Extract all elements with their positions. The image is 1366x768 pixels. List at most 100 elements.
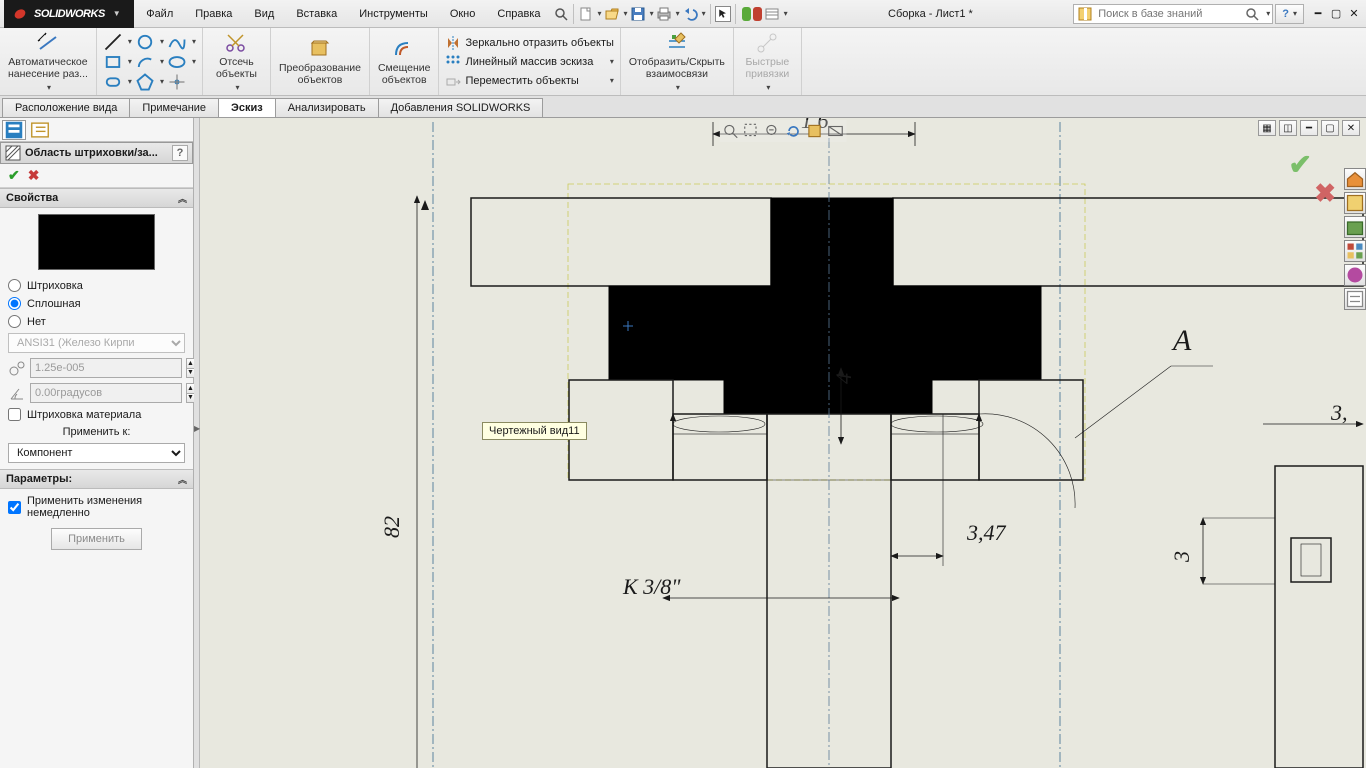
menu-view[interactable]: Вид bbox=[244, 4, 284, 24]
radio-none[interactable]: Нет bbox=[8, 315, 185, 328]
pattern-select[interactable]: ANSI31 (Железо Кирпи bbox=[8, 333, 185, 353]
collapse-icon[interactable]: ︽ bbox=[178, 473, 187, 486]
resources-icon[interactable] bbox=[1344, 192, 1366, 214]
menu-file[interactable]: Файл bbox=[136, 4, 183, 24]
tab-sketch[interactable]: Эскиз bbox=[218, 98, 276, 117]
ctrl-min[interactable]: ━ bbox=[1300, 120, 1318, 136]
apply-immediate-checkbox[interactable]: Применить изменения немедленно bbox=[8, 495, 185, 519]
apply-button[interactable]: Применить bbox=[51, 528, 142, 550]
chevron-down-icon[interactable]: ▾ bbox=[702, 9, 706, 18]
convert-button[interactable]: Преобразование объектов bbox=[271, 28, 370, 95]
search-icon[interactable] bbox=[553, 6, 569, 22]
minimize-icon[interactable]: ━ bbox=[1310, 6, 1326, 22]
menu-edit[interactable]: Правка bbox=[185, 4, 242, 24]
rotate-icon[interactable] bbox=[785, 122, 803, 140]
chevron-down-icon[interactable]: ▾ bbox=[676, 9, 680, 18]
chevron-down-icon[interactable]: ▾ bbox=[1266, 9, 1270, 18]
params-header[interactable]: Параметры: ︽ bbox=[0, 469, 193, 489]
drawing-canvas[interactable]: ▦ ◫ ━ ▢ ✕ ✔ ✖ Чертежный вид11 bbox=[200, 118, 1366, 768]
smart-dimension-button[interactable]: Автоматическое нанесение раз... ▾ bbox=[0, 28, 97, 95]
chevron-down-icon[interactable]: ▼ bbox=[113, 9, 120, 18]
confirm-corner-cancel[interactable]: ✖ bbox=[1314, 178, 1336, 209]
ctrl-1[interactable]: ▦ bbox=[1258, 120, 1276, 136]
ellipse-tool[interactable] bbox=[167, 53, 187, 71]
traffic-red-icon[interactable] bbox=[753, 7, 762, 21]
confirm-corner-ok[interactable]: ✔ bbox=[1289, 148, 1312, 181]
appearance-icon[interactable] bbox=[1344, 264, 1366, 286]
chevron-down-icon[interactable]: ▾ bbox=[676, 83, 680, 92]
options-icon[interactable] bbox=[764, 6, 780, 22]
material-hatch-checkbox[interactable]: Штриховка материала bbox=[8, 408, 185, 421]
save-icon[interactable] bbox=[630, 6, 646, 22]
section-icon[interactable] bbox=[806, 122, 824, 140]
chevron-down-icon[interactable]: ▾ bbox=[650, 9, 654, 18]
up-icon[interactable]: ▲ bbox=[187, 384, 194, 394]
up-icon[interactable]: ▲ bbox=[187, 359, 194, 369]
cancel-button[interactable]: ✖ bbox=[28, 167, 40, 184]
rectangle-tool[interactable] bbox=[103, 53, 123, 71]
offset-button[interactable]: Смещение объектов bbox=[370, 28, 440, 95]
zoom-area-icon[interactable] bbox=[743, 122, 761, 140]
close-icon[interactable]: ✕ bbox=[1346, 6, 1362, 22]
menu-tools[interactable]: Инструменты bbox=[349, 4, 438, 24]
polygon-tool[interactable] bbox=[135, 73, 155, 91]
maximize-icon[interactable]: ▢ bbox=[1328, 6, 1344, 22]
custom-icon[interactable] bbox=[1344, 288, 1366, 310]
ctrl-max[interactable]: ▢ bbox=[1321, 120, 1339, 136]
slot-tool[interactable] bbox=[103, 73, 123, 91]
menu-insert[interactable]: Вставка bbox=[286, 4, 347, 24]
library-icon[interactable] bbox=[1344, 216, 1366, 238]
zoom-fit-icon[interactable] bbox=[722, 122, 740, 140]
search-input[interactable] bbox=[1098, 8, 1240, 20]
chevron-down-icon[interactable]: ▾ bbox=[598, 9, 602, 18]
angle-input[interactable] bbox=[30, 383, 182, 403]
radio-solid[interactable]: Сплошная bbox=[8, 297, 185, 310]
spline-tool[interactable] bbox=[167, 33, 187, 51]
new-icon[interactable] bbox=[578, 6, 594, 22]
linear-pattern-button[interactable]: Линейный массив эскиза▾ bbox=[445, 54, 613, 70]
down-icon[interactable]: ▼ bbox=[187, 394, 194, 403]
search-box[interactable]: ▾ bbox=[1073, 4, 1273, 24]
fm-tab-icon[interactable] bbox=[28, 120, 52, 140]
traffic-green-icon[interactable] bbox=[742, 7, 751, 21]
menu-help[interactable]: Справка bbox=[487, 4, 550, 24]
tab-annotation[interactable]: Примечание bbox=[129, 98, 219, 117]
down-icon[interactable]: ▼ bbox=[187, 369, 194, 378]
scale-input[interactable] bbox=[30, 358, 182, 378]
pm-tab-icon[interactable] bbox=[2, 120, 26, 140]
chevron-down-icon[interactable]: ▾ bbox=[235, 83, 239, 92]
menu-window[interactable]: Окно bbox=[440, 4, 486, 24]
point-tool[interactable] bbox=[167, 73, 187, 91]
ok-button[interactable]: ✔ bbox=[8, 167, 20, 184]
help-button[interactable]: ?▾ bbox=[1275, 4, 1304, 24]
zoom-prev-icon[interactable] bbox=[764, 122, 782, 140]
home-icon[interactable] bbox=[1344, 168, 1366, 190]
show-relations-button[interactable]: Отобразить/Скрыть взаимосвязи ▾ bbox=[621, 28, 734, 95]
move-button[interactable]: Переместить объекты▾ bbox=[445, 73, 613, 89]
radio-hatch[interactable]: Штриховка bbox=[8, 279, 185, 292]
tab-layout[interactable]: Расположение вида bbox=[2, 98, 130, 117]
ctrl-close[interactable]: ✕ bbox=[1342, 120, 1360, 136]
palette-icon[interactable] bbox=[1344, 240, 1366, 262]
chevron-down-icon[interactable]: ▾ bbox=[47, 83, 51, 92]
apply-to-select[interactable]: Компонент bbox=[8, 443, 185, 463]
print-icon[interactable] bbox=[656, 6, 672, 22]
open-icon[interactable] bbox=[604, 6, 620, 22]
properties-header[interactable]: Свойства ︽ bbox=[0, 188, 193, 208]
arc-tool[interactable] bbox=[135, 53, 155, 71]
chevron-down-icon[interactable]: ▾ bbox=[624, 9, 628, 18]
chevron-down-icon[interactable]: ▾ bbox=[784, 9, 788, 18]
collapse-icon[interactable]: ︽ bbox=[178, 192, 187, 205]
tab-addins[interactable]: Добавления SOLIDWORKS bbox=[378, 98, 544, 117]
help-icon[interactable]: ? bbox=[172, 145, 188, 161]
display-style-icon[interactable] bbox=[827, 122, 845, 140]
circle-tool[interactable] bbox=[135, 33, 155, 51]
trim-button[interactable]: Отсечь объекты ▾ bbox=[203, 28, 271, 95]
tab-evaluate[interactable]: Анализировать bbox=[275, 98, 379, 117]
line-tool[interactable] bbox=[103, 33, 123, 51]
select-arrow-icon[interactable] bbox=[715, 6, 731, 22]
search-icon[interactable] bbox=[1244, 6, 1260, 22]
mirror-button[interactable]: Зеркально отразить объекты bbox=[445, 35, 613, 51]
ctrl-2[interactable]: ◫ bbox=[1279, 120, 1297, 136]
undo-icon[interactable] bbox=[682, 6, 698, 22]
